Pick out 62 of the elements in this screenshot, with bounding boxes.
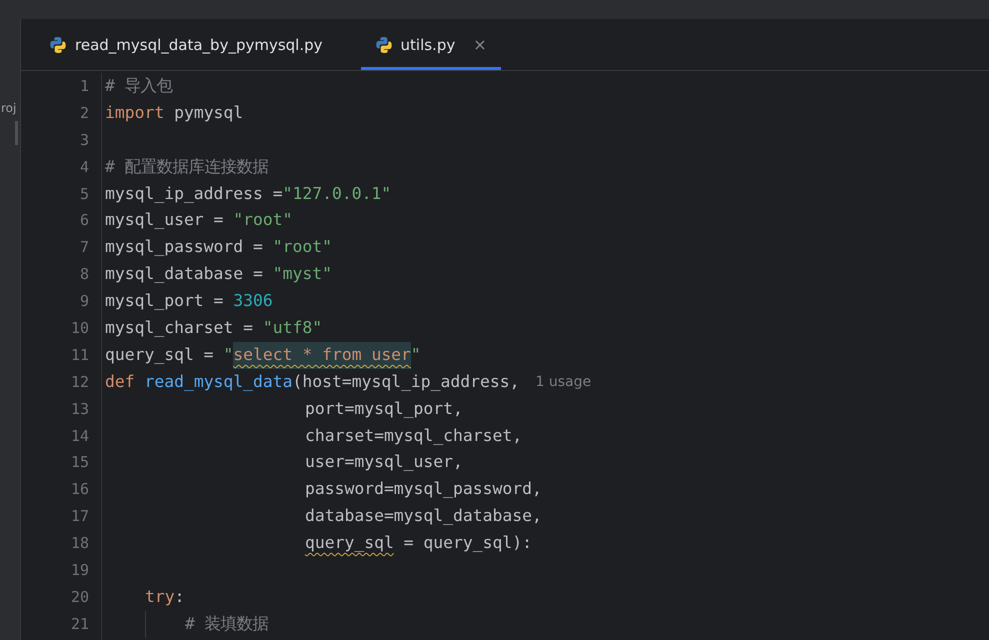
line-number: 9 [80,291,89,312]
line-number: 1 [80,76,89,97]
code-token: "utf8" [262,317,322,340]
python-file-icon [49,36,67,54]
line-number: 19 [70,560,89,582]
line-number: 20 [70,586,89,608]
line-number: 13 [70,398,89,420]
line-number: 15 [70,452,89,474]
code-token: mysql_ip_address = [105,182,283,205]
line-number: 7 [80,237,89,258]
code-token: charset=mysql_charset, [305,424,522,447]
usage-hint[interactable]: 1 usage [535,368,592,396]
code-token: query_sql = [105,344,215,366]
line-number: 5 [80,184,89,205]
code-token: try [145,586,175,608]
code-token: " [223,344,234,366]
code-token: read_mysql_data [144,370,293,393]
line-number: 3 [80,130,89,151]
line-number: 10 [70,318,89,340]
line-number: 4 [80,156,89,178]
line-number: 12 [70,372,89,393]
code-token: "127.0.0.1" [282,182,392,205]
python-file-icon [374,36,393,54]
line-number: 2 [80,102,89,124]
code-token: mysql_database = [105,263,264,286]
line-number: 18 [70,533,89,554]
line-number: 6 [80,210,89,232]
code-token: def [105,370,136,393]
code-token: database=mysql_database, [305,505,542,528]
panel-label: roj [1,101,16,115]
code-token: query_sql [305,532,394,554]
code-token: mysql_password = [105,236,264,258]
close-icon[interactable]: × [473,35,487,54]
line-number: 14 [70,426,89,447]
file-tab[interactable]: read_mysql_data_by_pymysql.py [35,19,337,70]
code-token: : [174,586,184,608]
code-token: 3306 [233,290,273,312]
code-token: mysql_user = [105,209,224,232]
code-token: " [410,344,421,366]
code-token: (host=mysql_ip_address, [292,370,520,393]
code-token: "root" [233,209,293,232]
code-token: password=mysql_password, [305,478,542,500]
code-token: select * from user [233,342,411,369]
code-token: # 导入包 [105,75,173,97]
line-number: 17 [70,506,89,528]
line-number: 11 [70,344,89,366]
code-token: mysql_charset = [105,317,254,340]
code-token: port=mysql_port, [305,398,463,420]
code-token: = query_sql): [402,532,532,554]
code-token: # 装填数据 [185,612,269,635]
code-token: pymysql [173,102,244,124]
line-number: 16 [70,479,89,500]
code-token: import [105,102,164,124]
code-token: # 配置数据库连接数据 [105,156,269,178]
line-number: 21 [70,614,89,635]
line-number: 8 [80,264,89,286]
code-token: "root" [272,236,332,258]
code-token: mysql_port = [105,290,224,312]
file-tab[interactable]: utils.py × [360,19,501,70]
code-token: user=mysql_user, [305,451,463,474]
panel-scroll-marker [15,121,18,145]
code-token: "myst" [272,263,332,286]
